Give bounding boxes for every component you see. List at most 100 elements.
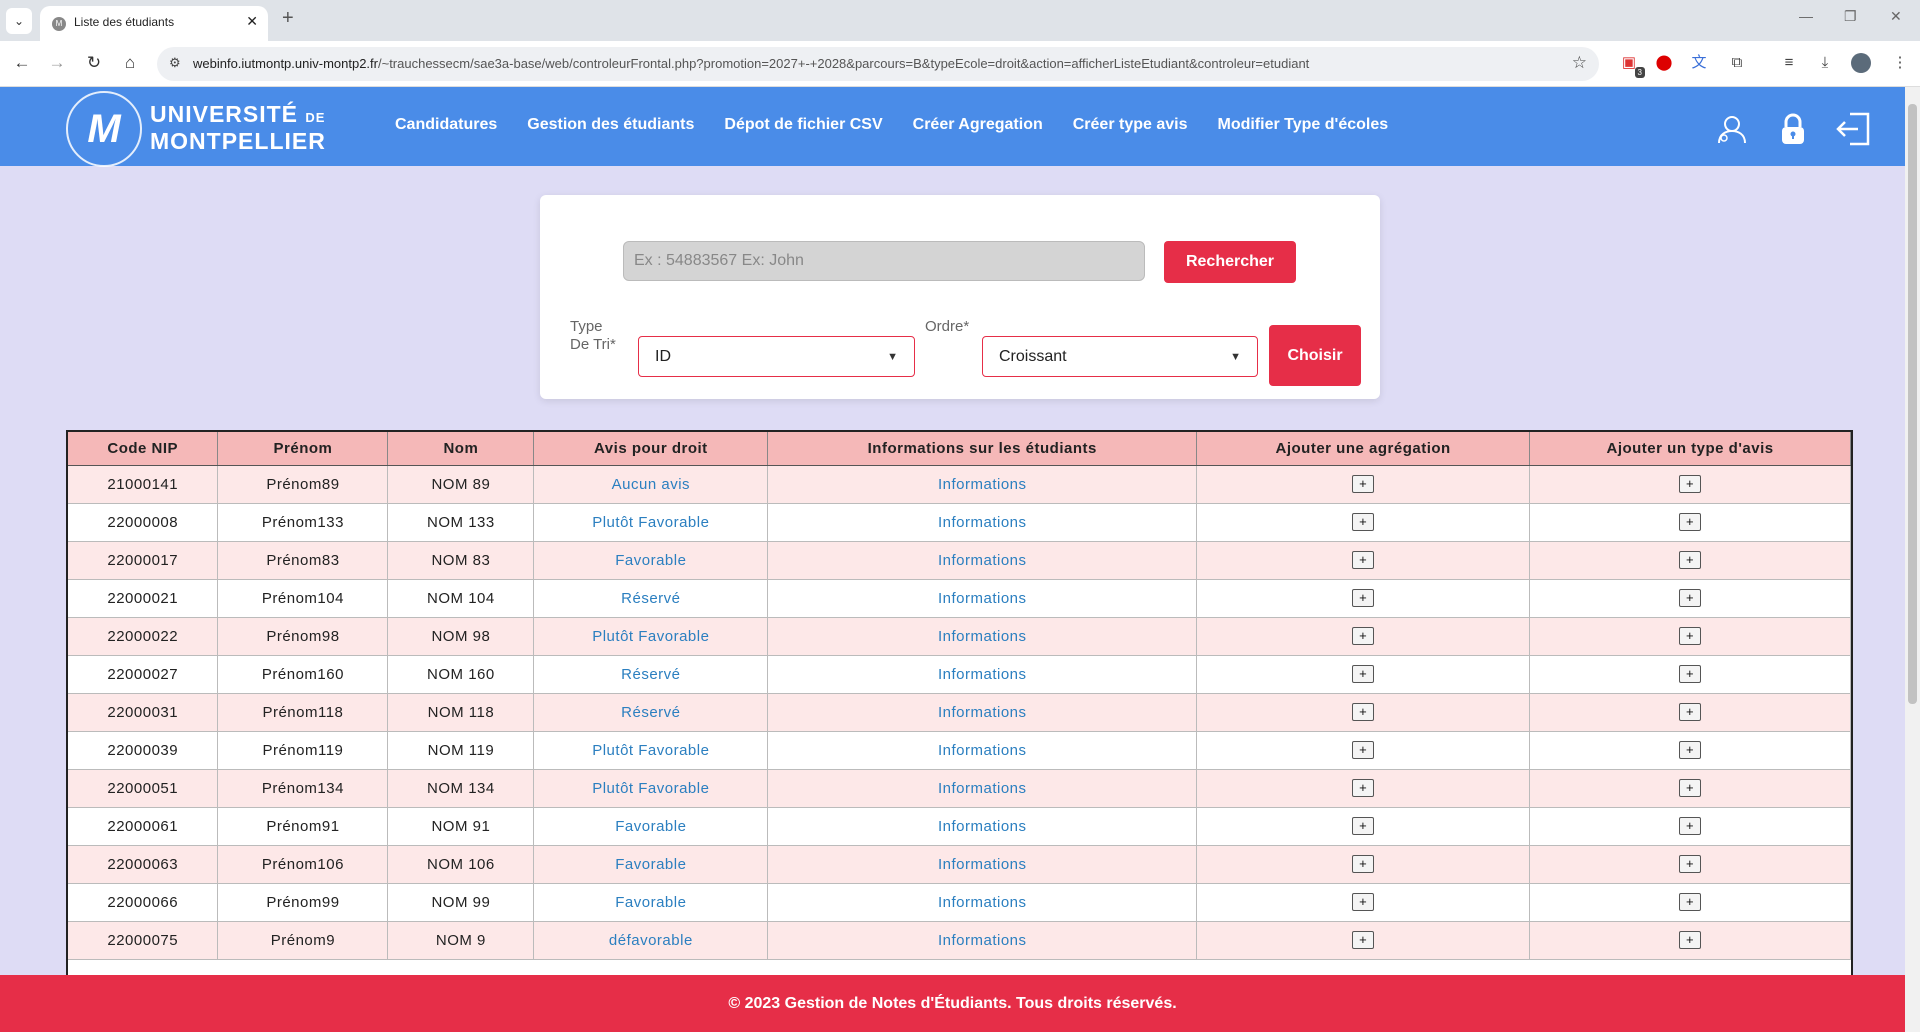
search-button[interactable]: Rechercher xyxy=(1164,241,1296,283)
cell-informations-link[interactable]: Informations xyxy=(767,617,1198,656)
add-type-avis-button[interactable]: + xyxy=(1679,893,1702,911)
restore-icon[interactable]: ❐ xyxy=(1844,8,1857,25)
cell-avis-link[interactable]: Favorable xyxy=(533,883,769,922)
address-url[interactable]: webinfo.iutmontp.univ-montp2.fr/~trauche… xyxy=(193,56,1309,71)
tab-search-chevron-icon[interactable]: ⌄ xyxy=(6,8,32,34)
new-tab-icon[interactable]: + xyxy=(282,8,294,28)
add-agregation-button[interactable]: + xyxy=(1352,513,1375,531)
minimize-icon[interactable]: — xyxy=(1799,8,1813,24)
add-agregation-button[interactable]: + xyxy=(1352,931,1375,949)
media-queue-icon[interactable]: ≡ xyxy=(1779,53,1799,73)
cell-avis-link[interactable]: Réservé xyxy=(533,579,769,618)
sort-type-select[interactable]: ID ▼ xyxy=(638,336,915,377)
add-type-avis-button[interactable]: + xyxy=(1679,779,1702,797)
cell-informations-link[interactable]: Informations xyxy=(767,807,1198,846)
add-type-avis-button[interactable]: + xyxy=(1679,589,1702,607)
choose-button[interactable]: Choisir xyxy=(1269,325,1361,386)
cell-nip: 22000039 xyxy=(68,731,219,770)
add-type-avis-button[interactable]: + xyxy=(1679,551,1702,569)
add-type-avis-button[interactable]: + xyxy=(1679,665,1702,683)
chevron-down-icon: ▼ xyxy=(887,350,898,363)
download-icon[interactable]: ⤓ xyxy=(1815,53,1835,73)
column-header-type-avis: Ajouter un type d'avis xyxy=(1529,432,1851,466)
add-agregation-button[interactable]: + xyxy=(1352,703,1375,721)
add-agregation-button[interactable]: + xyxy=(1352,665,1375,683)
add-agregation-button[interactable]: + xyxy=(1352,893,1375,911)
reload-icon[interactable]: ↻ xyxy=(83,53,105,73)
cell-avis-link[interactable]: Réservé xyxy=(533,693,769,732)
add-agregation-button[interactable]: + xyxy=(1352,475,1375,493)
add-agregation-button[interactable]: + xyxy=(1352,551,1375,569)
table-row: 22000031 Prénom118 NOM 118 Réservé Informati… xyxy=(68,693,1851,732)
cell-informations-link[interactable]: Informations xyxy=(767,845,1198,884)
add-type-avis-button[interactable]: + xyxy=(1679,931,1702,949)
add-type-avis-button[interactable]: + xyxy=(1679,817,1702,835)
cell-avis-link[interactable]: Aucun avis xyxy=(533,465,769,504)
user-settings-icon[interactable] xyxy=(1716,113,1748,145)
logout-icon[interactable] xyxy=(1836,111,1872,147)
extension-calendar-icon[interactable]: ▣ 3 xyxy=(1619,53,1645,78)
nav-gestion-etudiants[interactable]: Gestion des étudiants xyxy=(527,116,694,134)
cell-informations-link[interactable]: Informations xyxy=(767,693,1198,732)
site-info-icon[interactable]: ⚙ xyxy=(169,55,181,71)
cell-avis-link[interactable]: Plutôt Favorable xyxy=(533,731,769,770)
cell-informations-link[interactable]: Informations xyxy=(767,579,1198,618)
search-input[interactable] xyxy=(623,241,1145,281)
cell-nom: NOM 133 xyxy=(387,503,535,542)
cell-avis-link[interactable]: défavorable xyxy=(533,921,769,960)
back-icon[interactable]: ← xyxy=(11,53,33,73)
cell-avis-link[interactable]: Favorable xyxy=(533,541,769,580)
add-agregation-button[interactable]: + xyxy=(1352,589,1375,607)
browser-tab[interactable]: M Liste des étudiants ✕ xyxy=(40,6,268,41)
cell-avis-link[interactable]: Favorable xyxy=(533,845,769,884)
nav-creer-type-avis[interactable]: Créer type avis xyxy=(1073,116,1188,134)
add-agregation-button[interactable]: + xyxy=(1352,817,1375,835)
nav-creer-agregation[interactable]: Créer Agregation xyxy=(913,116,1043,134)
nav-candidatures[interactable]: Candidatures xyxy=(395,116,497,134)
cell-informations-link[interactable]: Informations xyxy=(767,883,1198,922)
add-agregation-button[interactable]: + xyxy=(1352,741,1375,759)
profile-avatar[interactable] xyxy=(1851,53,1871,73)
translate-icon[interactable]: 文 xyxy=(1689,53,1709,73)
add-type-avis-button[interactable]: + xyxy=(1679,475,1702,493)
cell-informations-link[interactable]: Informations xyxy=(767,655,1198,694)
cell-avis-link[interactable]: Plutôt Favorable xyxy=(533,617,769,656)
university-logo-icon[interactable]: M xyxy=(66,91,142,167)
cell-add-type-avis: + xyxy=(1529,655,1851,694)
forward-icon[interactable]: → xyxy=(46,53,68,73)
cell-informations-link[interactable]: Informations xyxy=(767,769,1198,808)
bookmark-star-icon[interactable]: ☆ xyxy=(1572,53,1587,73)
nav-depot-csv[interactable]: Dépot de fichier CSV xyxy=(724,116,882,134)
add-type-avis-button[interactable]: + xyxy=(1679,513,1702,531)
cell-nom: NOM 160 xyxy=(387,655,535,694)
add-type-avis-button[interactable]: + xyxy=(1679,741,1702,759)
tab-close-icon[interactable]: ✕ xyxy=(246,13,258,30)
lock-icon[interactable] xyxy=(1777,113,1809,145)
cell-avis-link[interactable]: Réservé xyxy=(533,655,769,694)
cell-informations-link[interactable]: Informations xyxy=(767,921,1198,960)
order-select[interactable]: Croissant ▼ xyxy=(982,336,1258,377)
add-type-avis-button[interactable]: + xyxy=(1679,855,1702,873)
home-icon[interactable]: ⌂ xyxy=(119,53,141,73)
cell-add-agregation: + xyxy=(1196,769,1531,808)
extension-stop-icon[interactable]: ⬤ xyxy=(1654,53,1674,73)
cell-informations-link[interactable]: Informations xyxy=(767,503,1198,542)
cell-avis-link[interactable]: Plutôt Favorable xyxy=(533,769,769,808)
add-type-avis-button[interactable]: + xyxy=(1679,703,1702,721)
nav-modifier-type-ecoles[interactable]: Modifier Type d'écoles xyxy=(1217,116,1388,134)
page-scrollbar[interactable] xyxy=(1905,87,1920,1032)
cell-informations-link[interactable]: Informations xyxy=(767,465,1198,504)
cell-informations-link[interactable]: Informations xyxy=(767,541,1198,580)
add-agregation-button[interactable]: + xyxy=(1352,627,1375,645)
scrollbar-thumb[interactable] xyxy=(1908,104,1917,704)
add-agregation-button[interactable]: + xyxy=(1352,779,1375,797)
cell-avis-link[interactable]: Favorable xyxy=(533,807,769,846)
add-type-avis-button[interactable]: + xyxy=(1679,627,1702,645)
add-agregation-button[interactable]: + xyxy=(1352,855,1375,873)
extensions-puzzle-icon[interactable]: ⧉ xyxy=(1727,53,1747,73)
close-window-icon[interactable]: ✕ xyxy=(1890,8,1902,25)
cell-informations-link[interactable]: Informations xyxy=(767,731,1198,770)
cell-avis-link[interactable]: Plutôt Favorable xyxy=(533,503,769,542)
browser-menu-icon[interactable]: ⋮ xyxy=(1890,53,1910,73)
address-bar[interactable]: ⚙ webinfo.iutmontp.univ-montp2.fr/~trauc… xyxy=(157,47,1599,81)
